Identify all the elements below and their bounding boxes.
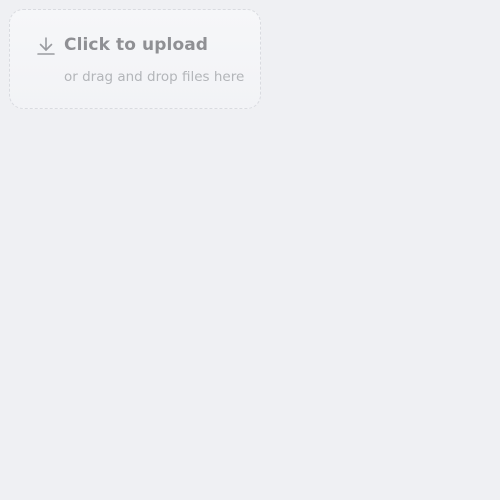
file-upload-dropzone[interactable]: Click to upload or drag and drop files h… <box>9 9 261 109</box>
upload-subtitle: or drag and drop files here <box>64 69 245 85</box>
download-arrow-icon <box>36 36 56 56</box>
upload-title: Click to upload <box>64 35 209 55</box>
